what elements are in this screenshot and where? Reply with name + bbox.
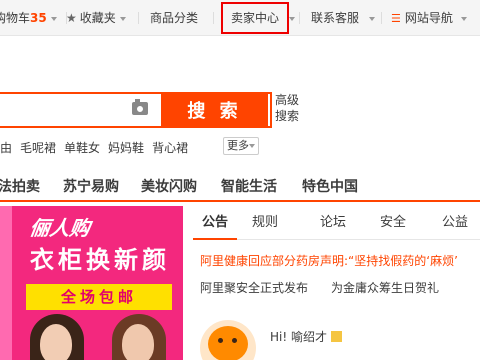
banner-badge: 全场包邮 (26, 284, 172, 310)
avatar-eye (218, 338, 223, 343)
category-link[interactable]: 商品分类 (150, 0, 198, 36)
advanced-search-line2: 搜索 (275, 109, 300, 123)
notice-tabs: 公告 规则 论坛 安全 公益 (193, 206, 480, 240)
more-label: 更多 (227, 139, 249, 152)
model-face (122, 324, 154, 360)
cart-label: 购物车 (0, 11, 31, 25)
avatar[interactable] (200, 320, 256, 360)
category-nav-item[interactable]: 苏宁易购 (63, 176, 119, 196)
user-greeting[interactable]: Hi! 喻绍才 (270, 328, 342, 345)
chevron-down-icon (369, 16, 376, 21)
category-nav-item[interactable]: 特色中国 (302, 176, 358, 196)
search-button[interactable]: 搜 索 (161, 92, 268, 128)
chevron-down-icon (249, 144, 255, 148)
hot-word-link[interactable]: 单鞋女 (64, 141, 100, 155)
banner-stripe (0, 206, 12, 360)
category-nav-item[interactable]: 美妆闪购 (141, 176, 197, 196)
banner-brand: 俪人购 (28, 216, 92, 240)
cart-count: 35 (30, 11, 47, 25)
hot-word-link[interactable]: 背心裙 (152, 141, 188, 155)
chevron-down-icon (119, 16, 126, 21)
hot-word-link[interactable]: 由 (0, 141, 12, 155)
customer-service-label: 联系客服 (311, 11, 360, 25)
avatar-eye (232, 338, 237, 343)
hot-word-link[interactable]: 毛呢裙 (20, 141, 56, 155)
divider (213, 12, 214, 24)
tab-rules[interactable]: 规则 (243, 206, 287, 240)
model-face (40, 324, 72, 360)
chevron-down-icon (50, 16, 57, 21)
favorites-label: 收藏夹 (79, 11, 116, 25)
news-link[interactable]: 为金庸众筹生日贺礼 (331, 279, 439, 296)
category-nav-underline (0, 200, 480, 202)
news-link[interactable]: 阿里聚安全正式发布 (200, 279, 308, 296)
site-nav-label: 网站导航 (404, 11, 453, 25)
advanced-search-line1: 高级 (275, 93, 300, 107)
highlight-box (221, 2, 289, 34)
tab-announcement[interactable]: 公告 (193, 206, 237, 240)
category-nav-item[interactable]: 智能生活 (221, 176, 277, 196)
favorites-link[interactable]: ★ 收藏夹 (66, 0, 126, 36)
menu-icon: ☰ (391, 12, 401, 25)
greeting-text: Hi! 喻绍才 (270, 330, 327, 344)
cart-link[interactable]: 购物车35 (0, 0, 57, 36)
tab-charity[interactable]: 公益 (433, 206, 477, 240)
category-label: 商品分类 (150, 11, 199, 25)
promo-banner[interactable]: 俪人购 衣柜换新颜 全场包邮 (0, 206, 183, 360)
hot-word-link[interactable]: 妈妈鞋 (108, 141, 144, 155)
vip-badge-icon (330, 331, 342, 342)
camera-icon[interactable] (132, 99, 148, 115)
chevron-down-icon (460, 16, 467, 21)
divider (138, 12, 139, 24)
star-icon: ★ (66, 11, 77, 25)
advanced-search-link[interactable]: 高级 搜索 (275, 92, 299, 124)
tab-forum[interactable]: 论坛 (311, 206, 355, 240)
site-nav-link[interactable]: ☰ 网站导航 (391, 0, 467, 36)
search-input[interactable] (0, 94, 128, 126)
tab-security[interactable]: 安全 (371, 206, 415, 240)
hot-words: 由毛呢裙 单鞋女 妈妈鞋 背心裙 (0, 139, 196, 156)
category-nav-item[interactable]: 法拍卖 (0, 176, 40, 196)
avatar-head (208, 326, 248, 360)
divider (299, 12, 300, 24)
divider (381, 12, 382, 24)
chevron-down-icon (289, 16, 296, 21)
category-nav: 法拍卖 苏宁易购 美妆闪购 智能生活 特色中国 (0, 168, 480, 200)
headline-news-link[interactable]: 阿里健康回应部分药房声明:“坚持找假药的‘麻烦’ (200, 252, 458, 269)
banner-headline: 衣柜换新颜 (30, 246, 170, 274)
more-button[interactable]: 更多 (223, 137, 259, 155)
customer-service-link[interactable]: 联系客服 (311, 0, 376, 36)
